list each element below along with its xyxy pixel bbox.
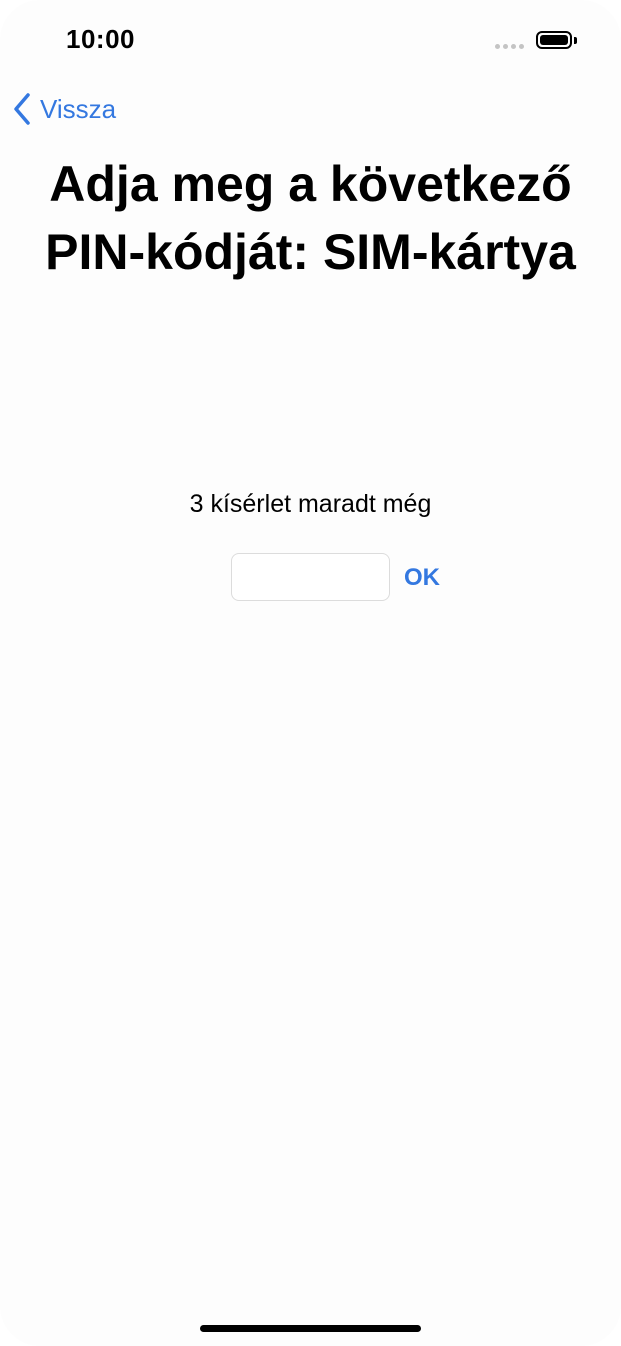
pin-input[interactable] [231,553,390,601]
battery-fill [540,35,568,45]
ok-button[interactable]: OK [398,560,446,596]
attempts-remaining-text: 3 kísérlet maradt még [189,490,432,518]
status-time: 10:00 [66,24,135,54]
page-title: Adja meg a következő PIN-kódját: SIM-kár… [45,156,576,280]
phone-screen: 10:00 Vissza Adja meg a következő PIN-kó… [0,0,621,1346]
back-button[interactable]: Vissza [12,92,116,126]
battery-icon [536,31,572,49]
battery-cap [574,37,577,44]
chevron-left-icon [14,93,30,125]
home-indicator[interactable] [200,1325,421,1332]
back-label: Vissza [40,93,117,124]
signal-dots-icon [495,44,524,49]
